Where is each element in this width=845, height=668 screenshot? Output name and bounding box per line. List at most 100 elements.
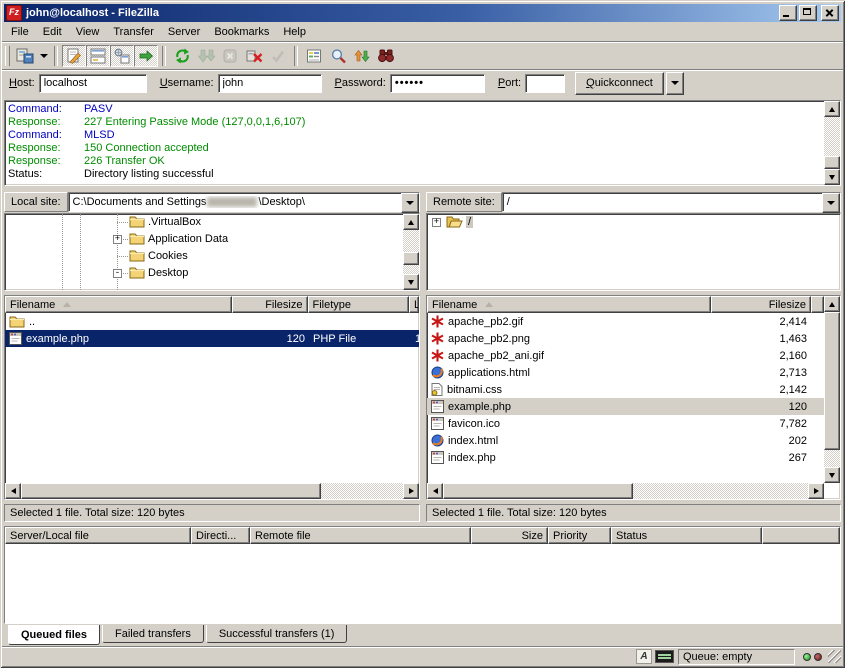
menu-bookmarks[interactable]: Bookmarks [207, 24, 276, 40]
local-site-combo[interactable]: C:\Documents and Settings\Desktop\ [68, 192, 420, 212]
menu-server[interactable]: Server [161, 24, 207, 40]
quickconnect-button[interactable]: Quickconnect [575, 72, 664, 95]
menu-view[interactable]: View [69, 24, 107, 40]
transfer-queue: Server/Local file Directi... Remote file… [4, 526, 841, 624]
sync-browsing-button[interactable] [350, 45, 374, 67]
scroll-thumb[interactable] [443, 483, 633, 499]
scroll-right-button[interactable] [808, 483, 824, 499]
column-filename[interactable]: Filename [5, 296, 232, 313]
menu-help[interactable]: Help [276, 24, 313, 40]
scroll-thumb[interactable] [403, 252, 419, 265]
maximize-button[interactable] [799, 5, 817, 21]
remote-status-text: Selected 1 file. Total size: 120 bytes [426, 504, 841, 522]
scroll-up-button[interactable] [403, 214, 419, 230]
menu-file[interactable]: File [4, 24, 36, 40]
speedlimit-icon[interactable] [655, 650, 674, 663]
cancel-operation-button[interactable] [218, 45, 242, 67]
remote-list-hscrollbar[interactable] [427, 483, 824, 499]
resize-grip[interactable] [828, 650, 841, 663]
toolbar-grip[interactable] [5, 46, 10, 66]
file-row[interactable]: index.php 267 [427, 449, 824, 466]
expand-icon[interactable]: + [113, 235, 122, 244]
toggle-queue-button[interactable] [134, 45, 158, 67]
scroll-right-button[interactable] [403, 483, 419, 499]
file-row[interactable]: apache_pb2_ani.gif 2,160 [427, 347, 824, 364]
datatype-indicator-icon[interactable]: A [636, 649, 652, 664]
compare-button[interactable] [326, 45, 350, 67]
local-tree-vscrollbar[interactable] [403, 214, 419, 290]
menu-edit[interactable]: Edit [36, 24, 69, 40]
scroll-up-button[interactable] [824, 101, 840, 117]
column-size[interactable]: Size [471, 527, 548, 544]
scroll-down-button[interactable] [824, 169, 840, 185]
scroll-thumb[interactable] [21, 483, 321, 499]
local-list-body: .. example.php 120 PHP File 1 [5, 313, 419, 499]
tree-item[interactable]: + Application Data [5, 231, 419, 248]
site-manager-button[interactable] [13, 45, 37, 67]
file-row[interactable]: bitnami.css 2,142 [427, 381, 824, 398]
process-queue-button[interactable] [194, 45, 218, 67]
file-row[interactable]: apache_pb2.png 1,463 [427, 330, 824, 347]
column-lastmodified[interactable]: L [409, 296, 419, 313]
tree-item[interactable]: - Desktop [5, 265, 419, 282]
scroll-down-button[interactable] [824, 467, 840, 483]
menu-transfer[interactable]: Transfer [106, 24, 161, 40]
column-filesize[interactable]: Filesize [711, 296, 811, 313]
arrow-up-icon [829, 302, 835, 307]
scroll-thumb[interactable] [824, 312, 840, 450]
toggle-local-tree-button[interactable] [86, 45, 110, 67]
file-row[interactable]: apache_pb2.gif 2,414 [427, 313, 824, 330]
column-filename[interactable]: Filename [427, 296, 711, 313]
username-input[interactable] [218, 74, 322, 93]
scroll-down-button[interactable] [403, 274, 419, 290]
file-row[interactable]: favicon.ico 7,782 [427, 415, 824, 432]
column-direction[interactable]: Directi... [191, 527, 250, 544]
scroll-left-button[interactable] [5, 483, 21, 499]
local-list-hscrollbar[interactable] [5, 483, 419, 499]
column-status[interactable]: Status [611, 527, 762, 544]
remote-site-combo[interactable]: / [502, 192, 841, 212]
titlebar[interactable]: Fz john@localhost - FileZilla [4, 4, 841, 22]
close-button[interactable] [821, 5, 839, 21]
password-input[interactable] [390, 74, 485, 93]
expand-icon[interactable]: + [432, 218, 441, 227]
column-priority[interactable]: Priority [548, 527, 611, 544]
tree-item[interactable]: .VirtualBox [5, 214, 419, 231]
remote-site-dropdown[interactable] [822, 193, 840, 213]
chevron-down-icon [827, 201, 835, 205]
tab-successful-transfers[interactable]: Successful transfers (1) [206, 625, 348, 643]
tree-item-selected[interactable]: + / [427, 214, 840, 231]
scroll-thumb[interactable] [824, 156, 840, 169]
file-row-selected[interactable]: example.php 120 PHP File 1 [5, 330, 419, 347]
disconnect-button[interactable] [242, 45, 266, 67]
verify-button[interactable] [266, 45, 290, 67]
column-filesize[interactable]: Filesize [232, 296, 308, 313]
column-server-local-file[interactable]: Server/Local file [5, 527, 191, 544]
tree-item[interactable]: Cookies [5, 248, 419, 265]
scroll-up-button[interactable] [824, 296, 840, 312]
file-row[interactable]: applications.html 2,713 [427, 364, 824, 381]
toggle-log-button[interactable] [62, 45, 86, 67]
column-filetype[interactable]: Filetype [308, 296, 410, 313]
tab-queued-files[interactable]: Queued files [8, 625, 100, 645]
find-files-button[interactable] [374, 45, 398, 67]
scroll-left-button[interactable] [427, 483, 443, 499]
log-vscrollbar[interactable] [824, 101, 840, 185]
file-row[interactable]: index.html 202 [427, 432, 824, 449]
local-site-dropdown[interactable] [401, 193, 419, 213]
site-manager-dropdown[interactable] [37, 45, 50, 67]
file-row-selected[interactable]: example.php 120 [427, 398, 824, 415]
process-queue-icon [198, 48, 215, 64]
file-row[interactable]: .. [5, 313, 419, 330]
port-input[interactable] [525, 74, 565, 93]
host-input[interactable] [39, 74, 147, 93]
filter-button[interactable] [302, 45, 326, 67]
column-remote-file[interactable]: Remote file [250, 527, 471, 544]
minimize-button[interactable] [779, 5, 797, 21]
quickconnect-dropdown[interactable] [666, 72, 684, 95]
collapse-icon[interactable]: - [113, 269, 122, 278]
tab-failed-transfers[interactable]: Failed transfers [102, 625, 204, 643]
refresh-button[interactable] [170, 45, 194, 67]
toggle-remote-tree-button[interactable] [110, 45, 134, 67]
remote-list-vscrollbar[interactable] [824, 296, 840, 483]
